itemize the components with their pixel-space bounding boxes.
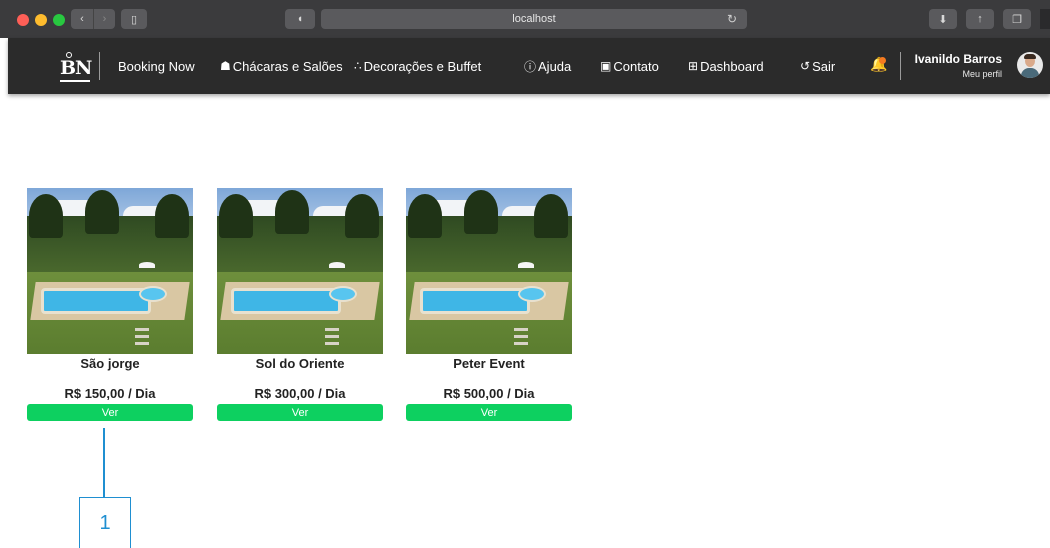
- profile-link[interactable]: Meu perfil: [962, 69, 1002, 79]
- download-icon: ⬇: [938, 13, 948, 26]
- venue-photo[interactable]: [27, 188, 193, 354]
- help-icon: ⓘ: [524, 59, 537, 74]
- nav-item-label: Decorações e Buffet: [363, 58, 482, 74]
- nav-item-chacaras[interactable]: ☗ Chácaras e Salões: [220, 56, 343, 76]
- view-listing-button[interactable]: Ver: [406, 404, 572, 421]
- nav-item-label: Dashboard: [700, 58, 764, 74]
- app-navbar: BN Booking Now ☗ Chácaras e Salões ∴ Dec…: [8, 38, 1050, 94]
- annotation-marker: 1: [79, 497, 131, 548]
- back-button[interactable]: ‹: [71, 9, 93, 29]
- logo-text: BN: [60, 57, 92, 79]
- avatar-hair: [1024, 54, 1036, 59]
- share-icon: ↑: [977, 13, 983, 25]
- nav-item-contato[interactable]: ▣ Contato: [600, 56, 659, 76]
- venue-photo[interactable]: [217, 188, 383, 354]
- listing-title: Peter Event: [453, 356, 525, 371]
- building-icon: ☗: [220, 59, 231, 73]
- avatar-body: [1021, 68, 1039, 78]
- brand-logo[interactable]: BN: [60, 51, 92, 82]
- sidebar-icon: ▯: [130, 13, 138, 26]
- download-button[interactable]: ⬇: [929, 9, 957, 29]
- nav-item-label: Contato: [613, 58, 659, 74]
- listing-title: Sol do Oriente: [255, 356, 345, 371]
- listing-price: R$ 300,00 / Dia: [254, 386, 346, 401]
- sidebar-toggle-button[interactable]: ▯: [121, 9, 147, 29]
- listing-price: R$ 500,00 / Dia: [443, 386, 535, 401]
- notification-badge: [879, 57, 886, 64]
- tabs-overview-button[interactable]: ❐: [1003, 9, 1031, 29]
- view-listing-button[interactable]: Ver: [27, 404, 193, 421]
- contact-icon: ▣: [600, 59, 612, 73]
- avatar[interactable]: [1017, 52, 1043, 78]
- shield-icon: ◖: [296, 13, 304, 25]
- nav-item-label: Ajuda: [538, 58, 572, 74]
- reload-icon[interactable]: ↻: [727, 12, 737, 26]
- logout-icon: ↺: [800, 59, 811, 73]
- listing-price: R$ 150,00 / Dia: [64, 386, 156, 401]
- zoom-window-button[interactable]: [53, 14, 65, 26]
- notification-bell-icon[interactable]: 🔔: [870, 56, 887, 74]
- nav-item-ajuda[interactable]: ⓘ Ajuda: [524, 56, 571, 76]
- privacy-button[interactable]: ◖: [285, 9, 315, 29]
- listing-title: São jorge: [80, 356, 140, 371]
- address-bar[interactable]: localhost ↻: [321, 9, 747, 29]
- tabs-icon: ❐: [1012, 13, 1022, 26]
- view-listing-button[interactable]: Ver: [217, 404, 383, 421]
- close-window-button[interactable]: [17, 14, 29, 26]
- nav-brand-link[interactable]: Booking Now: [118, 56, 195, 76]
- sparkles-icon: ∴: [354, 59, 362, 73]
- chevron-left-icon: ‹: [80, 13, 84, 25]
- share-button[interactable]: ↑: [966, 9, 994, 29]
- navbar-divider: [99, 52, 100, 80]
- forward-button[interactable]: ›: [93, 9, 115, 29]
- logo-underline: [60, 80, 90, 82]
- nav-item-decoracoes[interactable]: ∴ Decorações e Buffet: [354, 56, 481, 76]
- venue-photo[interactable]: [406, 188, 572, 354]
- nav-item-dashboard[interactable]: ⊞ Dashboard: [688, 56, 764, 76]
- nav-item-sair[interactable]: ↺ Sair: [800, 56, 835, 76]
- nav-item-label: Sair: [812, 58, 836, 74]
- browser-toolbar: ‹ › ▯ ◖ localhost ↻ ⬇ ↑ ❐: [0, 0, 1050, 38]
- annotation-line: [103, 428, 105, 498]
- address-text: localhost: [512, 13, 556, 25]
- minimize-window-button[interactable]: [35, 14, 47, 26]
- dashboard-icon: ⊞: [688, 59, 699, 73]
- navbar-divider: [900, 52, 901, 80]
- toolbar-edge: [1040, 9, 1050, 29]
- nav-item-label: Chácaras e Salões: [232, 58, 343, 74]
- user-name[interactable]: Ivanildo Barros: [915, 52, 1002, 66]
- chevron-right-icon: ›: [102, 13, 107, 25]
